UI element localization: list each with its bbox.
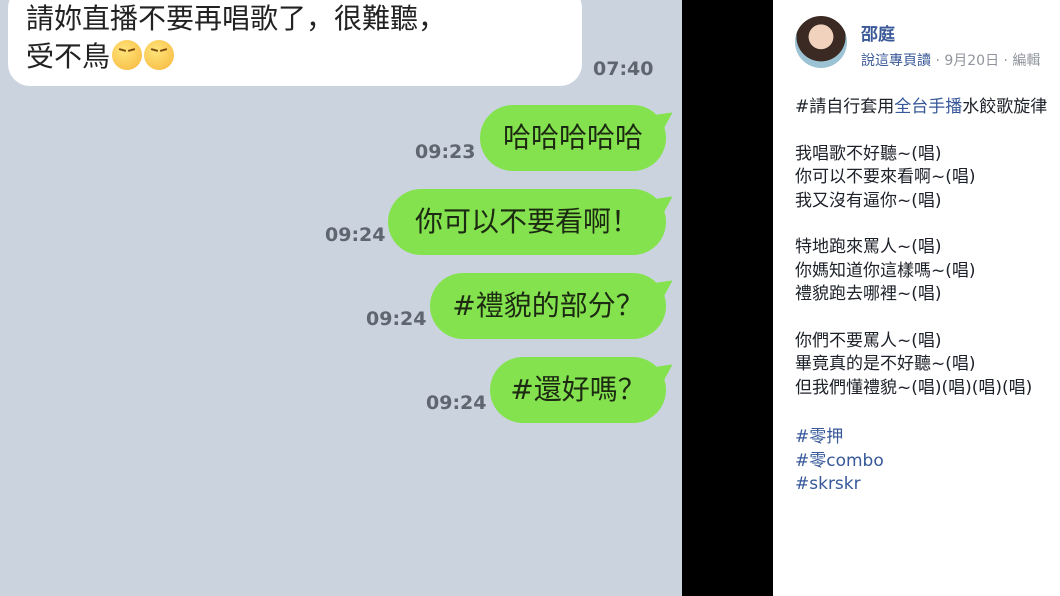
incoming-line-1: 請妳直播不要再唱歌了，很難聽， <box>26 2 447 35</box>
hashtag-list: #零押 #零combo #skrskr <box>795 426 884 497</box>
meta-link[interactable]: 說這專頁讀 <box>861 53 931 69</box>
lyric-line: 但我們懂禮貌~(唱)(唱)(唱)(唱) <box>795 377 1033 398</box>
black-divider <box>682 0 773 596</box>
outgoing-timestamp: 09:23 <box>415 141 476 163</box>
avatar[interactable] <box>795 16 847 68</box>
lyric-line: 我唱歌不好聽~(唱) <box>795 143 942 164</box>
incoming-line-2: 受不鳥 <box>26 40 111 73</box>
outgoing-message-bubble: 你可以不要看啊！ <box>388 189 666 255</box>
post-body: #請自行套用全台手播水餃歌旋律 我唱歌不好聽~(唱) 你可以不要來看啊~(唱) … <box>795 96 1060 400</box>
outgoing-timestamp: 09:24 <box>426 392 487 414</box>
lyric-line: 我又沒有逼你~(唱) <box>795 190 942 211</box>
lyric-line: 畢竟真的是不好聽~(唱) <box>795 354 976 374</box>
lyric-line: 你可以不要來看啊~(唱) <box>795 167 976 187</box>
chat-screenshot: 請妳直播不要再唱歌了，很難聽， 受不鳥 07:40 哈哈哈哈哈 09:23 你可… <box>0 0 682 596</box>
outgoing-timestamp: 09:24 <box>366 308 427 330</box>
post-intro-line: #請自行套用全台手播水餃歌旋律 <box>795 96 1060 120</box>
incoming-timestamp: 07:40 <box>593 58 654 80</box>
hashtag-link[interactable]: #零combo <box>795 450 884 474</box>
steam-from-nose-face-icon <box>144 40 175 70</box>
lyric-line: 禮貌跑去哪裡~(唱) <box>795 284 942 304</box>
steam-from-nose-face-icon <box>112 40 143 70</box>
lyric-line: 特地跑來罵人~(唱) <box>795 237 942 257</box>
meta-date: · 9月20日 · 編輯 <box>935 53 1041 69</box>
outgoing-message-bubble: 哈哈哈哈哈 <box>480 105 666 171</box>
incoming-message-text: 請妳直播不要再唱歌了，很難聽， 受不鳥 <box>26 0 446 76</box>
post-author[interactable]: 邵庭 <box>861 20 895 45</box>
incoming-message-bubble: 請妳直播不要再唱歌了，很難聽， 受不鳥 <box>8 0 582 86</box>
post-meta: 說這專頁讀 · 9月20日 · 編輯 <box>861 50 1040 70</box>
hashtag-link[interactable]: #零押 <box>795 426 884 450</box>
lyric-line: 你媽知道你這樣嗎~(唱) <box>795 260 976 281</box>
facebook-post: 邵庭 說這專頁讀 · 9月20日 · 編輯 #請自行套用全台手播水餃歌旋律 我唱… <box>773 0 1060 596</box>
lyric-line: 你們不要罵人~(唱) <box>795 330 942 351</box>
outgoing-message-bubble: #禮貌的部分？ <box>430 273 666 339</box>
hashtag-link[interactable]: #skrskr <box>795 473 884 497</box>
intro-prefix: #請自行套用 <box>795 97 895 117</box>
intro-link[interactable]: 全台手播 <box>894 97 962 117</box>
outgoing-timestamp: 09:24 <box>325 224 386 246</box>
intro-suffix: 水餃歌旋律 <box>962 97 1048 117</box>
outgoing-message-bubble: #還好嗎？ <box>490 357 666 423</box>
